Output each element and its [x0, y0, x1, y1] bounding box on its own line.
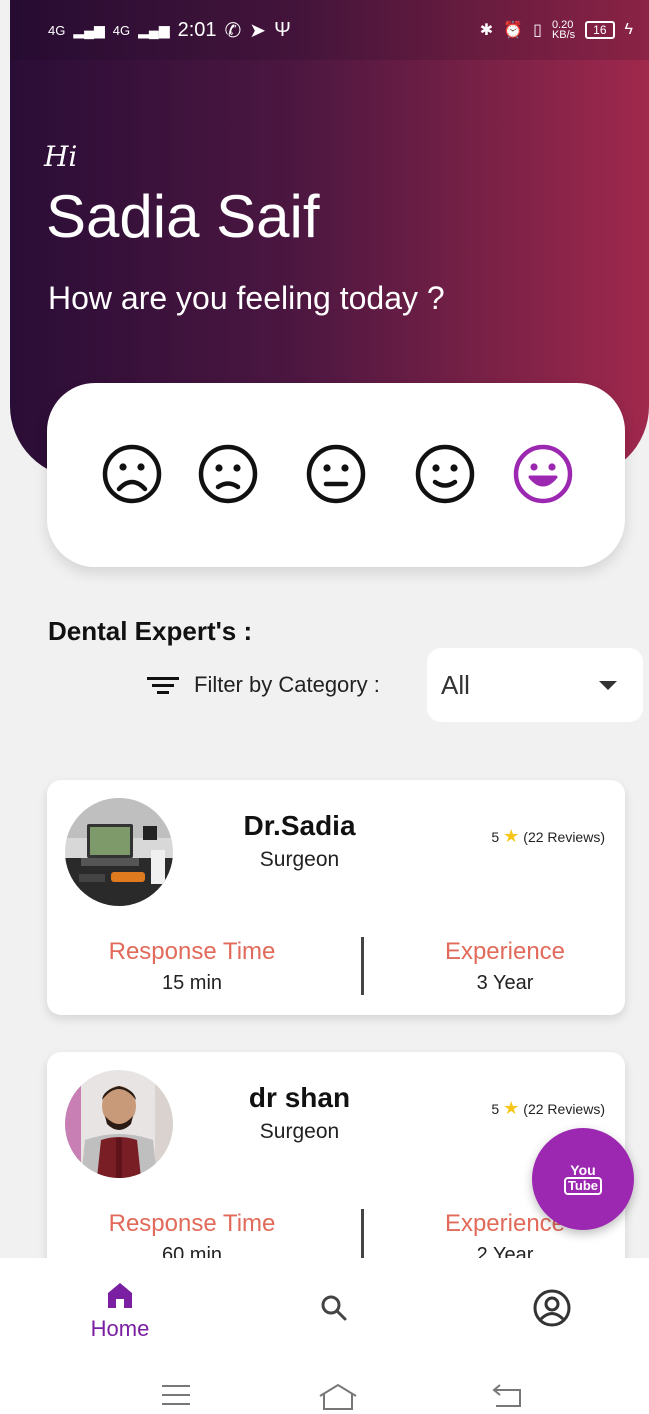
- stat-divider: [361, 937, 364, 995]
- clock: 2:01: [177, 18, 217, 41]
- section-title: Dental Expert's :: [48, 616, 253, 646]
- youtube-icon-tube: Tube: [563, 1177, 603, 1195]
- network-indicator-2: 4G: [112, 22, 131, 38]
- doctor-name: Dr.Sadia: [243, 810, 356, 841]
- doctor-specialty: Surgeon: [259, 1120, 340, 1143]
- network-indicator-1: 4G: [48, 22, 66, 38]
- system-home-icon[interactable]: [316, 1382, 360, 1412]
- doctor-rating: 5 ★ (22 Reviews): [491, 826, 605, 847]
- menu-icon[interactable]: [160, 1382, 192, 1408]
- status-bar: 4G ▂▄▆ 4G ▂▄▆ 2:01 ✆ ➤ Ψ ✱ ⏰ ▯ 0.20 KB/s…: [10, 0, 649, 60]
- response-time-label: Response Time: [108, 1210, 276, 1237]
- home-icon: [108, 1283, 132, 1308]
- signal-icon-2: ▂▄▆: [138, 21, 170, 38]
- speed-unit: KB/s: [551, 29, 576, 41]
- nav-home[interactable]: Home: [78, 1280, 162, 1342]
- bluetooth-icon: ✱: [479, 22, 494, 39]
- telegram-icon: ➤: [249, 19, 267, 42]
- star-icon: ★: [503, 1098, 520, 1118]
- account-circle-icon: [533, 1289, 571, 1327]
- rating-value: 5: [491, 1100, 500, 1117]
- very-sad-icon[interactable]: [101, 443, 163, 505]
- nav-search[interactable]: [318, 1292, 350, 1329]
- dropdown-arrow-icon: [599, 681, 617, 690]
- experience-label: Experience: [444, 938, 566, 965]
- response-time-label: Response Time: [108, 938, 276, 965]
- back-icon[interactable]: [490, 1382, 526, 1410]
- response-time-value: 15 min: [161, 972, 223, 994]
- rating-value: 5: [491, 828, 500, 845]
- battery-icon: 16: [585, 21, 615, 39]
- nav-home-label: Home: [90, 1316, 150, 1341]
- filter-icon[interactable]: [146, 673, 180, 697]
- star-icon: ★: [503, 826, 520, 846]
- charging-icon: ϟ: [624, 21, 633, 38]
- whatsapp-icon: ✆: [224, 19, 242, 42]
- nav-profile[interactable]: [532, 1288, 572, 1333]
- category-selected: All: [441, 669, 470, 700]
- alarm-icon: ⏰: [503, 22, 524, 39]
- bottom-navigation: Home: [0, 1258, 649, 1414]
- category-dropdown[interactable]: All: [427, 648, 643, 722]
- filter-row: Filter by Category :: [146, 672, 380, 698]
- sad-icon[interactable]: [197, 443, 259, 505]
- youtube-icon-you: You: [570, 1162, 596, 1178]
- user-name: Sadia Saif: [46, 183, 320, 250]
- signal-icon: ▂▄▆: [73, 21, 105, 38]
- filter-label: Filter by Category :: [194, 672, 380, 697]
- neutral-icon[interactable]: [305, 443, 367, 505]
- doctor-name: dr shan: [248, 1082, 351, 1113]
- vibrate-icon: ▯: [533, 22, 542, 39]
- greeting-hi: Hi: [44, 140, 78, 173]
- review-count: (22 Reviews): [523, 828, 605, 845]
- review-count: (22 Reviews): [523, 1100, 605, 1117]
- youtube-button[interactable]: You Tube: [532, 1128, 634, 1230]
- usb-icon: Ψ: [274, 18, 291, 41]
- mood-question: How are you feeling today ?: [48, 280, 445, 316]
- search-icon: [321, 1295, 347, 1321]
- slightly-happy-icon[interactable]: [414, 443, 476, 505]
- mood-selector-card: [47, 383, 625, 567]
- doctor-specialty: Surgeon: [259, 848, 340, 871]
- doctor-card[interactable]: Dr.Sadia Surgeon 5 ★ (22 Reviews) Respon…: [47, 780, 625, 1015]
- doctor-rating: 5 ★ (22 Reviews): [491, 1098, 605, 1119]
- happy-icon[interactable]: [512, 443, 574, 505]
- network-speed: 0.20 KB/s: [551, 20, 576, 41]
- experience-value: 3 Year: [476, 972, 534, 994]
